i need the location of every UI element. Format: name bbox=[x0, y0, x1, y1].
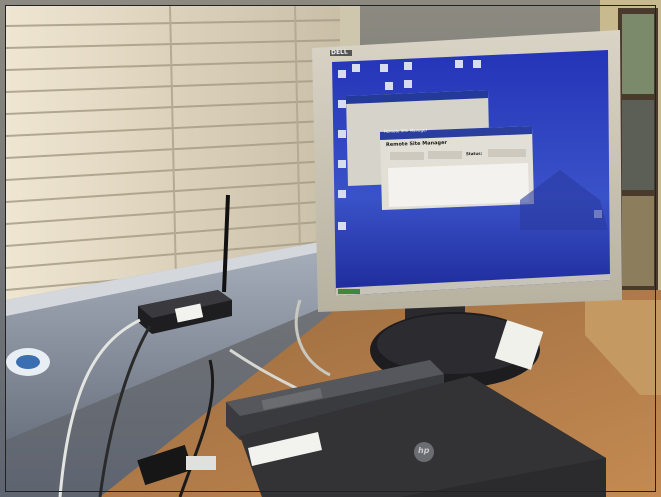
photo-border bbox=[5, 5, 656, 492]
photo-scene: DELL Remote Site Manager Remote Site Man… bbox=[0, 0, 661, 497]
